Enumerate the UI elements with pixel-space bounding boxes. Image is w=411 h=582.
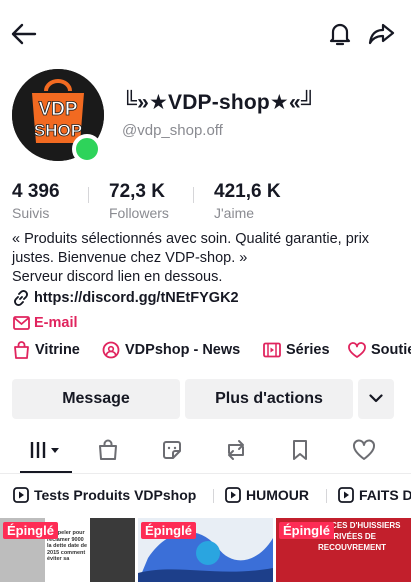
- sticker-icon: [161, 439, 183, 466]
- chip-label: Séries: [286, 342, 330, 358]
- mail-icon: [12, 314, 30, 332]
- link-icon: [12, 289, 30, 307]
- tab-videos[interactable]: [16, 430, 76, 474]
- arrow-left-icon[interactable]: [8, 18, 40, 50]
- shopping-bag-icon: [12, 341, 30, 359]
- chip-label: VDPshop - News: [125, 342, 241, 358]
- top-bar: [0, 0, 411, 66]
- chip-support[interactable]: Soutie: [348, 338, 411, 362]
- playlist-label: HUMOUR: [246, 487, 309, 503]
- stat-divider: [193, 187, 194, 203]
- playlist-item[interactable]: Tests Produits VDPshop: [12, 486, 196, 504]
- share-arrow-icon[interactable]: [366, 18, 398, 50]
- profile-shortcuts: Vitrine VDPshop - News Séries Soutie: [12, 338, 411, 362]
- bookmark-icon: [291, 439, 309, 466]
- tab-stickers[interactable]: [142, 430, 202, 474]
- bio-line: Serveur discord lien en dessous.: [12, 269, 223, 285]
- bio-link-text: https://discord.gg/tNEtFYGK2: [34, 290, 239, 306]
- stat-value: 4 396: [12, 181, 60, 202]
- playlist-label: FAITS D: [359, 487, 411, 503]
- tab-shop[interactable]: [78, 430, 138, 474]
- video-thumbnail[interactable]: RELANCES D'HUISSIERS PRIVÉES DE RECOUVRE…: [276, 518, 411, 582]
- repost-icon: [224, 439, 248, 466]
- stat-likes[interactable]: 421,6 K J'aime: [214, 181, 281, 221]
- playlist-label: Tests Produits VDPshop: [34, 487, 197, 503]
- more-actions-button[interactable]: Plus d'actions: [185, 379, 353, 419]
- chevron-down-icon: [369, 390, 383, 408]
- pinned-badge: Épinglé: [141, 522, 196, 539]
- stat-value: 72,3 K: [109, 181, 165, 202]
- playlist-item[interactable]: FAITS D: [337, 486, 411, 504]
- chip-series[interactable]: Séries: [263, 338, 330, 362]
- active-tab-indicator: [20, 471, 72, 473]
- playlist-divider: [326, 489, 327, 503]
- profile-tabs: [0, 430, 411, 474]
- tab-liked[interactable]: [334, 430, 394, 474]
- suggestions-dropdown-button[interactable]: [358, 379, 394, 419]
- tab-favorites[interactable]: [270, 430, 330, 474]
- avatar-text-top: VDP: [38, 99, 77, 120]
- bio-line: « Produits sélectionnés avec soin. Quali…: [12, 231, 370, 266]
- pinned-badge: Épinglé: [279, 522, 334, 539]
- play-square-icon: [12, 487, 29, 504]
- video-thumbnail[interactable]: Épinglé: [138, 518, 273, 582]
- chip-label: Vitrine: [35, 342, 80, 358]
- bell-icon[interactable]: [324, 18, 356, 50]
- playlist-divider: [213, 489, 214, 503]
- stat-divider: [88, 187, 89, 203]
- play-square-icon: [224, 487, 241, 504]
- video-grid: s'appeler pour réclamer 9000 la dette da…: [0, 518, 411, 582]
- videos-grid-icon: [29, 440, 63, 465]
- thumbnail-image: [90, 518, 135, 582]
- chip-news[interactable]: VDPshop - News: [102, 338, 240, 362]
- username-handle: @vdp_shop.off: [122, 122, 223, 139]
- stat-value: 421,6 K: [214, 181, 281, 202]
- play-square-icon: [337, 487, 354, 504]
- livestream-icon: [102, 341, 120, 359]
- chip-label: Soutie: [371, 342, 411, 358]
- email-link-text: E-mail: [34, 315, 78, 331]
- chip-vitrine[interactable]: Vitrine: [12, 338, 80, 362]
- tab-reposts[interactable]: [206, 430, 266, 474]
- stat-following[interactable]: 4 396 Suivis: [12, 181, 60, 221]
- playlist-item[interactable]: HUMOUR: [224, 486, 309, 504]
- playlist-row: Tests Produits VDPshop HUMOUR FAITS D: [0, 474, 411, 516]
- profile-stats: 4 396 Suivis 72,3 K Followers 421,6 K J'…: [12, 181, 402, 221]
- online-status-dot: [72, 134, 102, 164]
- video-thumbnail[interactable]: s'appeler pour réclamer 9000 la dette da…: [0, 518, 135, 582]
- stat-label: J'aime: [214, 205, 255, 221]
- stat-followers[interactable]: 72,3 K Followers: [109, 181, 169, 221]
- bio: « Produits sélectionnés avec soin. Quali…: [12, 230, 402, 287]
- bio-link[interactable]: https://discord.gg/tNEtFYGK2: [12, 288, 239, 308]
- heart-icon: [352, 438, 376, 466]
- film-series-icon: [263, 341, 281, 359]
- stat-label: Suivis: [12, 205, 50, 221]
- stat-label: Followers: [109, 205, 169, 221]
- avatar-text-bottom: SHOP: [34, 121, 82, 140]
- heart-hand-icon: [348, 341, 366, 359]
- pinned-badge: Épinglé: [3, 522, 58, 539]
- message-button[interactable]: Message: [12, 379, 180, 419]
- display-name: ╚»★VDP-shop★«╝: [122, 91, 316, 114]
- shop-bag-icon: [97, 439, 119, 466]
- email-link[interactable]: E-mail: [12, 313, 78, 333]
